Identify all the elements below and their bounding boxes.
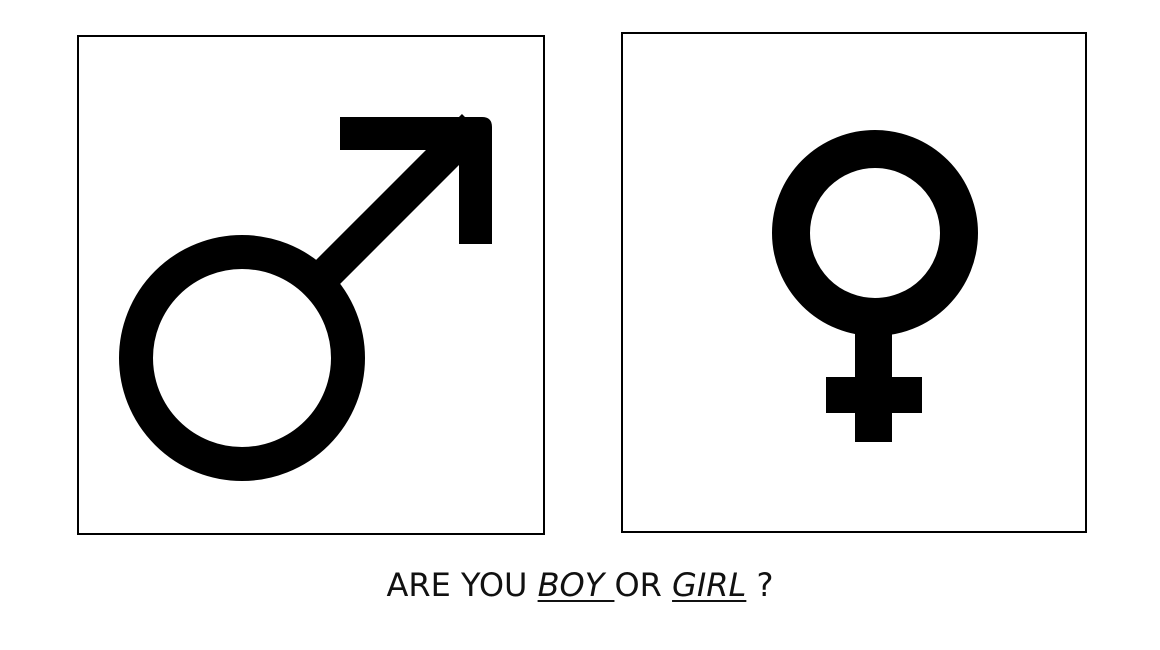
question-prefix: ARE YOU	[386, 566, 538, 604]
female-symbol-crossbar	[826, 377, 922, 413]
boy-option-link[interactable]: BOY	[538, 566, 615, 604]
question-text: ARE YOU BOY OR GIRL ?	[0, 566, 1160, 604]
question-connector: OR	[614, 566, 673, 604]
gender-selection-screen: ARE YOU BOY OR GIRL ?	[0, 0, 1160, 650]
question-suffix: ?	[746, 566, 774, 604]
girl-choice-box[interactable]	[621, 32, 1087, 533]
male-symbol-circle	[119, 235, 365, 481]
male-symbol-icon	[119, 113, 492, 481]
boy-choice-box[interactable]	[77, 35, 545, 535]
female-symbol-icon	[772, 130, 978, 442]
girl-option-link[interactable]: GIRL	[672, 566, 746, 604]
female-symbol-circle	[772, 130, 978, 336]
